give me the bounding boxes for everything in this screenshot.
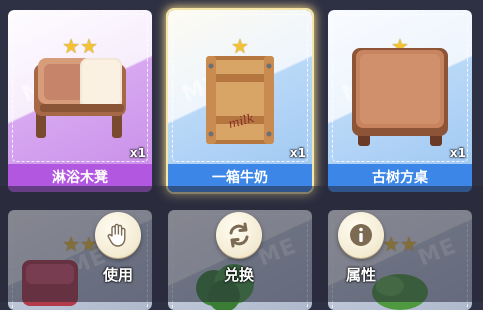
item-card-shower-stool[interactable]: MY ★★ x1 淋浴木凳 (8, 10, 152, 192)
item-quantity: x1 (129, 146, 146, 160)
star-icon: ★ (231, 34, 249, 58)
square-table-icon (352, 48, 448, 146)
item-quantity: x1 (449, 146, 466, 160)
item-card-ancient-table[interactable]: MY ★ x1 古树方桌 (328, 10, 472, 192)
attributes-button[interactable]: 属性 (326, 212, 396, 285)
use-label: 使用 (102, 266, 133, 284)
use-button[interactable]: 使用 (83, 212, 153, 285)
exchange-label: 兑换 (223, 266, 254, 284)
star-icon: ★ (80, 34, 98, 58)
hand-icon (95, 212, 141, 258)
star-icon: ★ (62, 34, 80, 58)
item-quantity: x1 (289, 146, 306, 160)
exchange-button[interactable]: 兑换 (204, 212, 274, 285)
shower-stool-icon (34, 58, 126, 138)
attributes-label: 属性 (345, 266, 376, 284)
milk-crate-icon (206, 56, 274, 144)
star-rating: ★ (231, 36, 249, 56)
item-card-milk-crate[interactable]: MY ★ milk x1 一箱牛奶 (168, 10, 312, 192)
star-rating: ★★ (62, 36, 98, 56)
info-icon (338, 212, 384, 258)
exchange-icon (216, 212, 262, 258)
